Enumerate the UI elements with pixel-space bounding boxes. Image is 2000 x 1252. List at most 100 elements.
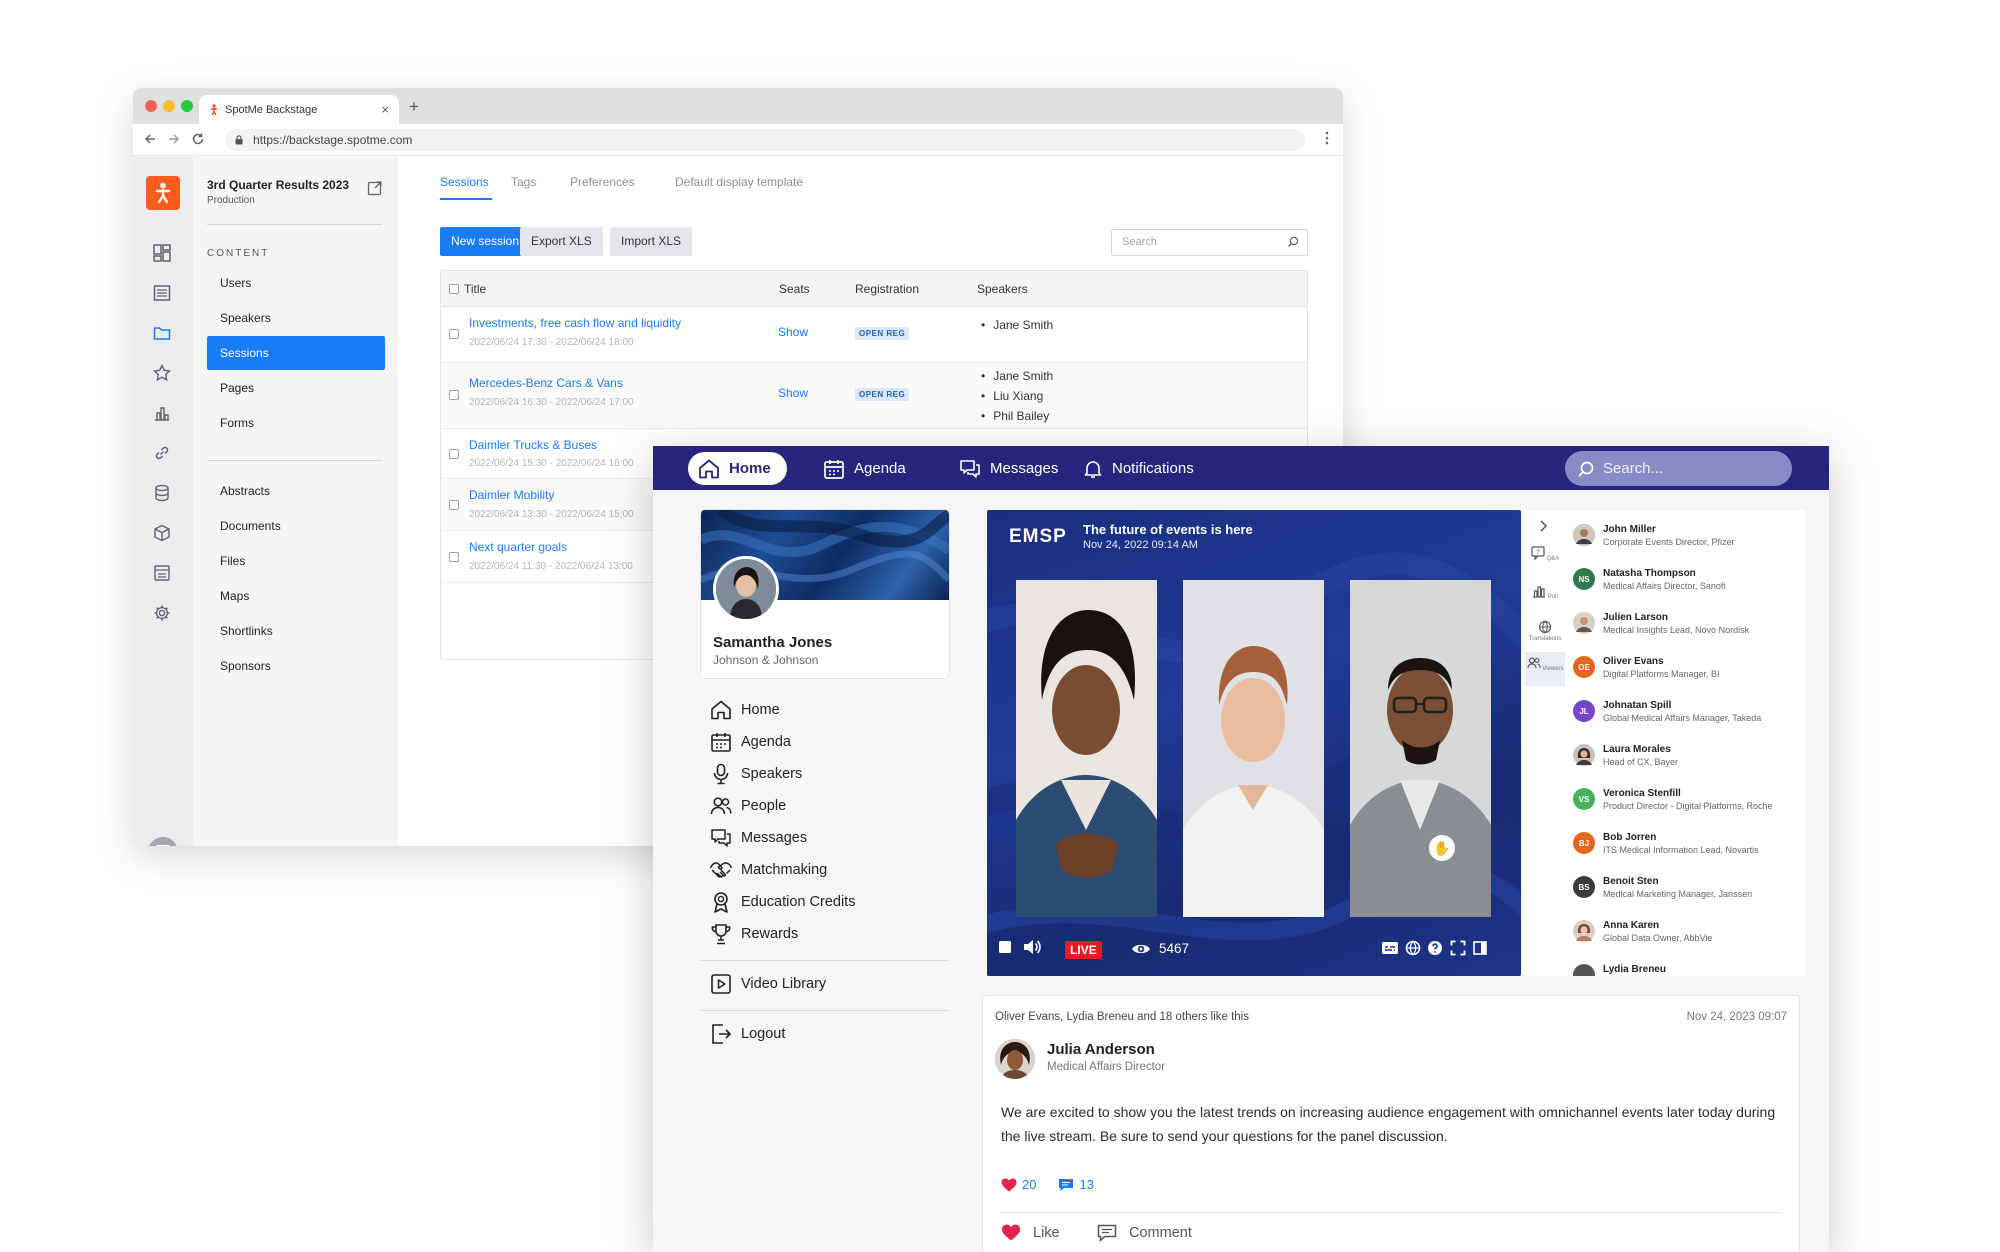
viewer-item[interactable]: John Miller Corporate Events Director, P…	[1567, 516, 1805, 560]
nav-item-files[interactable]: Files	[207, 544, 385, 578]
nav-item-documents[interactable]: Documents	[207, 509, 385, 543]
captions-icon[interactable]	[1381, 941, 1399, 955]
folder-icon[interactable]	[151, 322, 173, 344]
viewer-item[interactable]: Julien Larson Medical Insights Lead, Nov…	[1567, 604, 1805, 648]
side-nav-people[interactable]: People	[709, 794, 786, 818]
session-title-link[interactable]: Investments, free cash flow and liquidit…	[469, 316, 681, 330]
row-checkbox[interactable]	[449, 552, 459, 562]
top-nav-messages[interactable]: Messages	[959, 452, 1058, 485]
column-speakers[interactable]: Speakers	[977, 282, 1028, 296]
live-stream-player[interactable]: EMSP The future of events is here Nov 24…	[987, 510, 1521, 976]
row-checkbox[interactable]	[449, 500, 459, 510]
import-xls-button[interactable]: Import XLS	[610, 227, 693, 256]
minimize-window-dot[interactable]	[163, 100, 175, 112]
tab-preferences[interactable]: Preferences	[570, 175, 635, 189]
seats-show-link[interactable]: Show	[778, 386, 808, 400]
viewer-item[interactable]: JL Johnatan Spill Global Medical Affairs…	[1567, 692, 1805, 736]
select-all-checkbox[interactable]	[449, 284, 459, 294]
session-title-link[interactable]: Daimler Trucks & Buses	[469, 438, 597, 452]
session-title-link[interactable]: Next quarter goals	[469, 540, 567, 554]
row-checkbox[interactable]	[449, 329, 459, 339]
rail-item-translations[interactable]: Translations	[1525, 620, 1565, 642]
viewer-item[interactable]: NS Natasha Thompson Medical Affairs Dire…	[1567, 560, 1805, 604]
side-nav-logout[interactable]: Logout	[709, 1022, 785, 1046]
nav-item-forms[interactable]: Forms	[207, 406, 385, 440]
comment-button[interactable]: Comment	[1097, 1224, 1192, 1242]
forward-arrow-icon[interactable]	[167, 132, 181, 146]
top-nav-notifications[interactable]: Notifications	[1083, 452, 1194, 485]
nav-item-sessions[interactable]: Sessions	[207, 336, 385, 370]
help-icon[interactable]	[147, 836, 179, 846]
table-row[interactable]: Investments, free cash flow and liquidit…	[441, 307, 1307, 363]
analytics-icon[interactable]	[151, 402, 173, 424]
viewer-item[interactable]: BJ Bob Jorren ITS Medical Information Le…	[1567, 824, 1805, 868]
export-xls-button[interactable]: Export XLS	[520, 227, 603, 256]
chevron-right-icon[interactable]	[1538, 520, 1548, 532]
nav-item-sponsors[interactable]: Sponsors	[207, 649, 385, 683]
column-registration[interactable]: Registration	[855, 282, 919, 296]
maximize-window-dot[interactable]	[181, 100, 193, 112]
reload-icon[interactable]	[191, 132, 205, 146]
side-nav-home[interactable]: Home	[709, 698, 780, 722]
session-title-link[interactable]: Mercedes-Benz Cars & Vans	[469, 376, 623, 390]
tab-default-display-template[interactable]: Default display template	[675, 175, 803, 189]
nav-item-users[interactable]: Users	[207, 266, 385, 300]
speaker-video-tile[interactable]	[1183, 580, 1324, 917]
viewer-item[interactable]: Laura Morales Head of CX, Bayer	[1567, 736, 1805, 780]
profile-card[interactable]: Samantha Jones Johnson & Johnson	[701, 510, 949, 678]
session-title-link[interactable]: Daimler Mobility	[469, 488, 554, 502]
rail-item-viewers[interactable]: Viewers	[1525, 652, 1565, 686]
sidebar-toggle-icon[interactable]	[1473, 940, 1487, 956]
database-icon[interactable]	[151, 482, 173, 504]
url-field[interactable]: https://backstage.spotme.com	[225, 129, 1305, 151]
speaker-video-tile[interactable]: ✋	[1350, 580, 1491, 917]
row-checkbox[interactable]	[449, 449, 459, 459]
viewer-item[interactable]: VS Veronica Stenfill Product Director - …	[1567, 780, 1805, 824]
column-seats[interactable]: Seats	[779, 282, 810, 296]
post-author-name[interactable]: Julia Anderson	[1047, 1041, 1155, 1058]
author-avatar[interactable]	[995, 1039, 1035, 1079]
dashboard-icon[interactable]	[151, 242, 173, 264]
rail-item-poll[interactable]: Poll	[1525, 584, 1565, 600]
globe-icon[interactable]	[1405, 940, 1421, 956]
side-nav-video-library[interactable]: Video Library	[709, 972, 826, 996]
nav-item-maps[interactable]: Maps	[207, 579, 385, 613]
link-icon[interactable]	[151, 442, 173, 464]
stop-icon[interactable]	[999, 941, 1011, 953]
top-nav-home[interactable]: Home	[688, 452, 787, 485]
close-tab-icon[interactable]: ×	[381, 102, 389, 117]
new-session-button[interactable]: New session	[440, 227, 531, 256]
external-link-icon[interactable]	[367, 180, 383, 196]
new-tab-button[interactable]: +	[409, 97, 419, 117]
browser-menu-icon[interactable]	[1325, 131, 1329, 145]
tab-tags[interactable]: Tags	[511, 175, 536, 189]
row-checkbox[interactable]	[449, 390, 459, 400]
side-nav-education-credits[interactable]: Education Credits	[709, 890, 855, 914]
fullscreen-icon[interactable]	[1450, 940, 1466, 956]
back-arrow-icon[interactable]	[143, 132, 157, 146]
close-window-dot[interactable]	[145, 100, 157, 112]
spotme-logo[interactable]	[146, 176, 180, 210]
side-nav-speakers[interactable]: Speakers	[709, 762, 802, 786]
side-nav-rewards[interactable]: Rewards	[709, 922, 798, 946]
nav-item-speakers[interactable]: Speakers	[207, 301, 385, 335]
viewer-item[interactable]: BS Benoit Sten Medical Marketing Manager…	[1567, 868, 1805, 912]
table-row[interactable]: Mercedes-Benz Cars & Vans 2022/06/24 16:…	[441, 363, 1307, 429]
speaker-video-tile[interactable]	[1016, 580, 1157, 917]
side-nav-messages[interactable]: Messages	[709, 826, 807, 850]
viewer-item[interactable]: Lydia Breneu	[1567, 956, 1805, 976]
session-search-input[interactable]: Search	[1111, 229, 1308, 256]
package-icon[interactable]	[151, 522, 173, 544]
rail-item-qa[interactable]: ? Q&A	[1525, 546, 1565, 562]
like-button[interactable]: Like	[1001, 1224, 1060, 1241]
volume-icon[interactable]	[1023, 939, 1041, 955]
profile-avatar[interactable]	[713, 556, 779, 622]
tab-sessions[interactable]: Sessions	[440, 175, 489, 189]
viewer-item[interactable]: Anna Karen Global Data Owner, AbbVie	[1567, 912, 1805, 956]
list-icon[interactable]	[151, 282, 173, 304]
nav-item-shortlinks[interactable]: Shortlinks	[207, 614, 385, 648]
storefront-icon[interactable]	[151, 562, 173, 584]
top-nav-agenda[interactable]: Agenda	[823, 452, 906, 485]
side-nav-matchmaking[interactable]: Matchmaking	[709, 858, 827, 882]
nav-item-pages[interactable]: Pages	[207, 371, 385, 405]
